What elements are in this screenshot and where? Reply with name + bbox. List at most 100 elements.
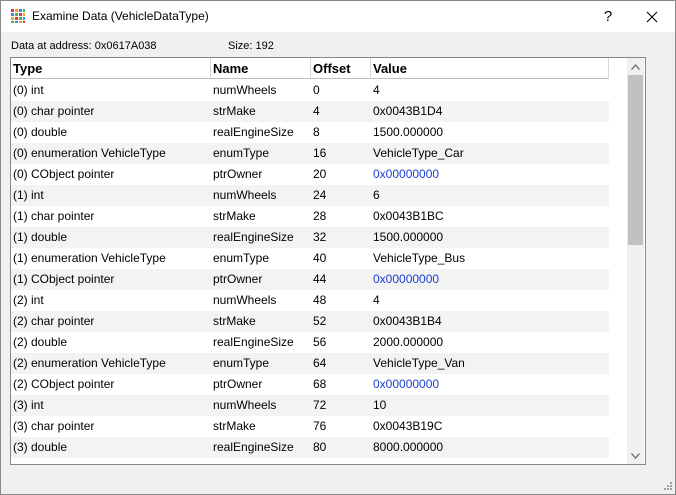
table-row[interactable]: (1) CObject pointer ptrOwner 44 0x00000000: [11, 269, 609, 290]
cell-type: (2) enumeration VehicleType: [13, 356, 166, 370]
cell-offset: 40: [313, 251, 327, 265]
chevron-down-icon: [631, 452, 640, 459]
cell-name: ptrOwner: [213, 272, 263, 286]
scrollbar-thumb[interactable]: [628, 75, 643, 245]
column-header-offset[interactable]: Offset: [311, 58, 371, 79]
cell-offset: 44: [313, 272, 327, 286]
cell-value: 0x0043B19C: [373, 419, 443, 433]
cell-offset: 76: [313, 419, 327, 433]
cell-value: 0x00000000: [373, 377, 440, 391]
table-row[interactable]: (0) double realEngineSize 8 1500.000000: [11, 122, 609, 143]
title-bar[interactable]: Examine Data (VehicleDataType) ?: [1, 1, 675, 32]
table-row[interactable]: (1) enumeration VehicleType enumType 40 Veh…: [11, 248, 609, 269]
cell-name: enumType: [213, 251, 270, 265]
cell-name: numWheels: [213, 398, 277, 412]
cell-name: realEngineSize: [213, 440, 294, 454]
table-row[interactable]: (1) char pointer strMake 28 0x0043B1BC: [11, 206, 609, 227]
table-row[interactable]: (2) CObject pointer ptrOwner 68 0x00000000: [11, 374, 609, 395]
cell-value: 0x00000000: [373, 167, 440, 181]
column-header-type[interactable]: Type: [11, 58, 211, 79]
cell-offset: 48: [313, 293, 327, 307]
cell-value: 1500.000000: [373, 125, 444, 139]
cell-offset: 4: [313, 104, 320, 118]
cell-value: 4: [373, 83, 380, 97]
cell-value: 6: [373, 188, 380, 202]
table-row[interactable]: (2) int numWheels 48 4: [11, 290, 609, 311]
help-button[interactable]: ?: [585, 1, 631, 32]
cell-name: strMake: [213, 104, 256, 118]
cell-type: (1) double: [13, 230, 68, 244]
cell-type: (0) enumeration VehicleType: [13, 146, 166, 160]
column-header-value[interactable]: Value: [371, 58, 609, 79]
cell-name: strMake: [213, 314, 256, 328]
cell-offset: 80: [313, 440, 327, 454]
cell-type: (1) CObject pointer: [13, 272, 115, 286]
cell-offset: 16: [313, 146, 327, 160]
cell-name: numWheels: [213, 188, 277, 202]
cell-type: (0) double: [13, 125, 68, 139]
cell-value: 0x00000000: [373, 272, 440, 286]
cell-offset: 56: [313, 335, 327, 349]
table-row[interactable]: (0) int numWheels 0 4: [11, 80, 609, 101]
table-row[interactable]: (1) double realEngineSize 32 1500.000000: [11, 227, 609, 248]
table-row[interactable]: (0) CObject pointer ptrOwner 20 0x00000000: [11, 164, 609, 185]
size-label: Size: 192: [228, 40, 274, 52]
table-row[interactable]: (2) enumeration VehicleType enumType 64 Veh…: [11, 353, 609, 374]
cell-name: numWheels: [213, 83, 277, 97]
table-row[interactable]: (0) char pointer strMake 4 0x0043B1D4: [11, 101, 609, 122]
grid-app-icon: [11, 9, 25, 23]
cell-offset: 8: [313, 125, 320, 139]
table-row[interactable]: (3) char pointer strMake 76 0x0043B19C: [11, 416, 609, 437]
grid-rows: (0) int numWheels 0 4 (0) char pointer strMak…: [11, 80, 609, 458]
cell-value: 2000.000000: [373, 335, 444, 349]
cell-type: (2) double: [13, 335, 68, 349]
cell-value: VehicleType_Van: [373, 356, 465, 370]
scroll-down-button[interactable]: [627, 447, 644, 464]
cell-offset: 24: [313, 188, 327, 202]
cell-value: 8000.000000: [373, 440, 444, 454]
cell-offset: 68: [313, 377, 327, 391]
vertical-scrollbar[interactable]: [627, 58, 644, 464]
chevron-up-icon: [631, 63, 640, 70]
cell-type: (3) char pointer: [13, 419, 95, 433]
cell-value: 0x0043B1D4: [373, 104, 443, 118]
grid-header: Type Name Offset Value: [11, 58, 609, 80]
cell-name: strMake: [213, 209, 256, 223]
table-row[interactable]: (2) double realEngineSize 56 2000.000000: [11, 332, 609, 353]
cell-offset: 32: [313, 230, 327, 244]
cell-value: 0x0043B1BC: [373, 209, 444, 223]
cell-type: (0) int: [13, 83, 44, 97]
examine-data-window: Examine Data (VehicleDataType) ? Data at…: [0, 0, 676, 495]
column-header-name[interactable]: Name: [211, 58, 311, 79]
scroll-up-button[interactable]: [627, 58, 644, 75]
cell-name: ptrOwner: [213, 377, 263, 391]
cell-value: 0x0043B1B4: [373, 314, 442, 328]
cell-name: realEngineSize: [213, 125, 294, 139]
cell-type: (1) enumeration VehicleType: [13, 251, 166, 265]
cell-name: enumType: [213, 146, 270, 160]
cell-type: (2) CObject pointer: [13, 377, 115, 391]
data-grid[interactable]: Type Name Offset Value (0) int numWheels 0…: [10, 57, 646, 465]
cell-value: VehicleType_Bus: [373, 251, 466, 265]
table-row[interactable]: (3) int numWheels 72 10: [11, 395, 609, 416]
cell-value: VehicleType_Car: [373, 146, 464, 160]
close-button[interactable]: [629, 1, 675, 32]
table-row[interactable]: (0) enumeration VehicleType enumType 16 Veh…: [11, 143, 609, 164]
cell-offset: 28: [313, 209, 327, 223]
table-row[interactable]: (3) double realEngineSize 80 8000.000000: [11, 437, 609, 458]
cell-name: realEngineSize: [213, 335, 294, 349]
resize-grip-icon[interactable]: [661, 481, 673, 493]
cell-offset: 0: [313, 83, 320, 97]
cell-type: (1) int: [13, 188, 44, 202]
table-row[interactable]: (1) int numWheels 24 6: [11, 185, 609, 206]
cell-type: (0) char pointer: [13, 104, 95, 118]
cell-name: numWheels: [213, 293, 277, 307]
cell-name: enumType: [213, 356, 270, 370]
cell-name: strMake: [213, 419, 256, 433]
cell-type: (2) char pointer: [13, 314, 95, 328]
cell-type: (2) int: [13, 293, 44, 307]
cell-type: (3) double: [13, 440, 68, 454]
cell-value: 4: [373, 293, 380, 307]
table-row[interactable]: (2) char pointer strMake 52 0x0043B1B4: [11, 311, 609, 332]
cell-offset: 52: [313, 314, 327, 328]
